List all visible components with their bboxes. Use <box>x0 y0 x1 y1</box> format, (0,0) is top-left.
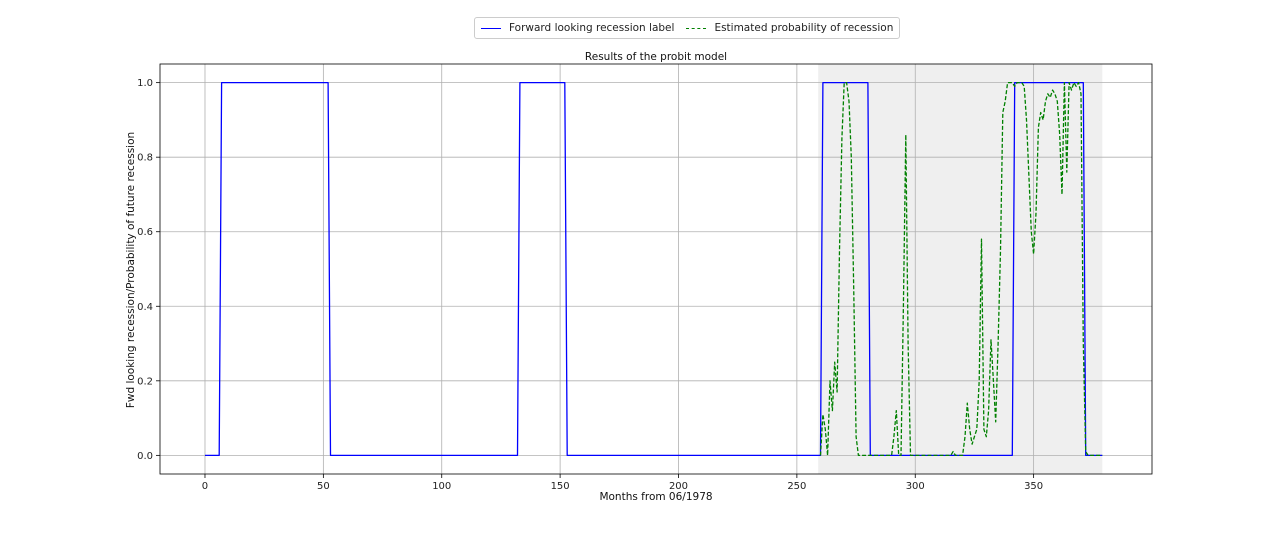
x-axis-label: Months from 06/1978 <box>599 491 713 503</box>
legend-swatch-dashed <box>686 27 707 29</box>
legend-label-probability: Estimated probability of recession <box>714 22 894 34</box>
y-tick-label: 0.0 <box>137 451 153 462</box>
y-tick-label: 0.6 <box>137 227 153 238</box>
y-axis-label: Fwd looking recession/Probability of fut… <box>125 131 137 409</box>
y-tick-label: 0.8 <box>137 153 153 164</box>
y-tick-label: 1.0 <box>137 78 153 89</box>
chart-svg: 0 50 100 150 200 250 300 3500.00.20.40.60.81.0 <box>137 63 1153 492</box>
y-tick-label: 0.2 <box>137 376 153 387</box>
legend-item-probability: Estimated probability of recession <box>686 22 893 34</box>
legend: Forward looking recession label Estimate… <box>474 17 901 39</box>
legend-item-label: Forward looking recession label <box>481 22 674 34</box>
legend-label-recession: Forward looking recession label <box>509 22 675 34</box>
legend-swatch-solid <box>481 27 501 29</box>
y-tick-label: 0.4 <box>137 302 153 313</box>
chart-title: Results of the probit model <box>584 51 728 63</box>
